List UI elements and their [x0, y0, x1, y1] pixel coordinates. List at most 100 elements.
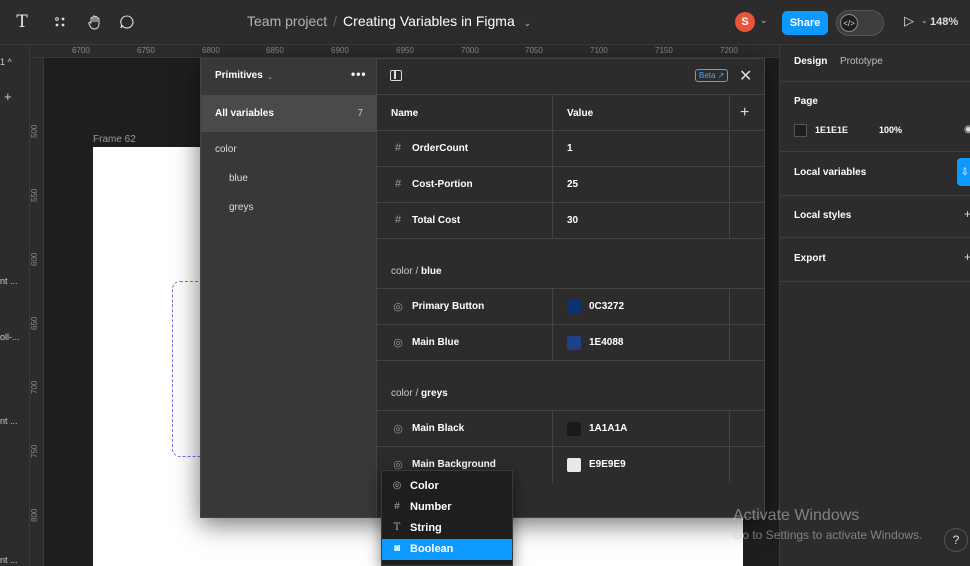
toggle-sidebar-icon[interactable] — [390, 70, 402, 81]
color-swatch[interactable] — [567, 422, 581, 436]
tab-prototype[interactable]: Prototype — [840, 56, 883, 67]
variable-value[interactable]: 1E4088 — [589, 337, 623, 348]
column-name-header: Name — [391, 108, 419, 119]
group-header-row: color / greys — [377, 361, 764, 411]
variable-name[interactable]: Primary Button — [412, 301, 484, 312]
variable-value[interactable]: 1A1A1A — [589, 423, 627, 434]
variable-value[interactable]: E9E9E9 — [589, 459, 626, 470]
layers-sidebar: 1 ^ + nt ... oll-... nt ... nt ... — [0, 45, 30, 566]
table-row[interactable]: ◎ Primary Button 0C3272 — [377, 289, 764, 325]
variable-name[interactable]: Cost-Portion — [412, 179, 473, 190]
variables-icon[interactable]: ⇩ — [957, 158, 970, 186]
ruler-label: 6950 — [396, 46, 414, 55]
chevron-down-icon[interactable]: ⌄ — [267, 73, 273, 81]
color-palette-icon: ◎ — [393, 301, 403, 313]
variable-name[interactable]: Main Blue — [412, 337, 459, 348]
variable-type-menu: ◎ Color # Number T String ◙ Boolean — [381, 470, 513, 566]
page-background-hex[interactable]: 1E1E1E — [815, 125, 848, 135]
local-variables-heading[interactable]: Local variables — [794, 167, 866, 178]
add-page-button[interactable]: + — [4, 89, 12, 104]
menu-item-color[interactable]: ◎ Color — [382, 476, 512, 497]
group-header-row: color / blue — [377, 239, 764, 289]
avatar[interactable]: S — [735, 12, 755, 32]
tab-design[interactable]: Design — [794, 56, 827, 67]
zoom-level[interactable]: 148% — [930, 16, 958, 28]
table-row[interactable]: # Cost-Portion 25 — [377, 167, 764, 203]
frame-label[interactable]: Frame 62 — [93, 134, 136, 145]
breadcrumb: Team project / Creating Variables in Figma… — [247, 13, 531, 29]
variable-value[interactable]: 25 — [567, 179, 578, 190]
chevron-down-icon[interactable]: ⌄ — [524, 18, 532, 28]
group-greys[interactable]: greys — [229, 202, 253, 213]
ruler-label: 550 — [30, 188, 39, 202]
breadcrumb-project[interactable]: Team project — [247, 13, 327, 29]
all-variables-count: 7 — [357, 108, 363, 119]
divider — [780, 195, 970, 196]
chevron-down-icon[interactable]: ⌄ — [921, 16, 928, 25]
close-icon[interactable]: ✕ — [739, 66, 752, 86]
ruler-label: 6750 — [137, 46, 155, 55]
ruler-label: 750 — [30, 444, 39, 458]
ruler-label: 7150 — [655, 46, 673, 55]
color-swatch[interactable] — [567, 300, 581, 314]
group-header: color / blue — [391, 266, 442, 277]
group-header: color / greys — [391, 388, 448, 399]
table-row[interactable]: # OrderCount 1 — [377, 131, 764, 167]
color-swatch[interactable] — [567, 336, 581, 350]
file-name[interactable]: Creating Variables in Figma — [343, 13, 515, 29]
ruler-label: 7000 — [461, 46, 479, 55]
collection-selector[interactable]: Primitives — [215, 70, 263, 81]
layer-item[interactable]: nt ... — [0, 276, 18, 286]
chevron-down-icon[interactable]: ⌄ — [760, 15, 768, 26]
ruler-top: 6700 6750 6800 6850 6900 6950 7000 7050 … — [0, 45, 780, 58]
hand-tool-icon[interactable] — [84, 9, 106, 35]
share-button[interactable]: Share — [782, 11, 828, 35]
add-export-button[interactable]: + — [964, 250, 970, 264]
page-selector[interactable]: 1 ^ — [0, 57, 12, 67]
ruler-label: 7200 — [720, 46, 738, 55]
comment-icon[interactable] — [117, 9, 137, 35]
modal-header: Beta ↗ ✕ — [377, 59, 764, 95]
variable-value[interactable]: 30 — [567, 215, 578, 226]
group-color[interactable]: color — [215, 144, 237, 155]
component-icon[interactable] — [50, 9, 70, 35]
help-icon[interactable]: ? — [944, 528, 968, 552]
group-blue[interactable]: blue — [229, 173, 248, 184]
number-icon: # — [394, 501, 400, 512]
more-options-icon[interactable]: ••• — [351, 67, 367, 81]
table-row[interactable]: ◎ Main Black 1A1A1A — [377, 411, 764, 447]
layer-item[interactable]: oll-... — [0, 332, 20, 342]
menu-item-boolean[interactable]: ◙ Boolean — [382, 539, 512, 560]
column-value-header: Value — [567, 108, 594, 119]
menu-item-number[interactable]: # Number — [382, 497, 512, 518]
eye-icon[interactable]: ◉ — [964, 124, 970, 135]
text-tool-icon[interactable]: T — [12, 9, 32, 35]
page-background-swatch[interactable] — [794, 124, 807, 137]
layer-item[interactable]: nt ... — [0, 555, 18, 565]
add-mode-button[interactable]: + — [740, 104, 749, 122]
local-styles-heading: Local styles — [794, 210, 852, 221]
variable-name[interactable]: Main Background — [412, 459, 496, 470]
play-icon[interactable]: ▷ — [904, 13, 914, 29]
layer-item[interactable]: nt ... — [0, 416, 18, 426]
ruler-label: 700 — [30, 380, 39, 394]
ruler-label: 6800 — [202, 46, 220, 55]
group-name: greys — [421, 388, 448, 399]
variable-name[interactable]: Main Black — [412, 423, 464, 434]
variable-name[interactable]: OrderCount — [412, 143, 468, 154]
add-style-button[interactable]: + — [964, 207, 970, 221]
color-swatch[interactable] — [567, 458, 581, 472]
table-row[interactable]: ◎ Main Blue 1E4088 — [377, 325, 764, 361]
variable-value[interactable]: 0C3272 — [589, 301, 624, 312]
ruler-label: 6850 — [266, 46, 284, 55]
variable-name[interactable]: Total Cost — [412, 215, 460, 226]
all-variables-item[interactable]: All variables 7 — [201, 95, 377, 132]
table-row[interactable]: # Total Cost 30 — [377, 203, 764, 239]
menu-item-string[interactable]: T String — [382, 518, 512, 539]
text-icon: T — [393, 522, 401, 533]
beta-badge[interactable]: Beta ↗ — [695, 69, 729, 82]
page-background-opacity[interactable]: 100% — [879, 125, 902, 135]
variable-value[interactable]: 1 — [567, 143, 573, 154]
color-palette-icon: ◎ — [393, 423, 403, 435]
dev-mode-toggle[interactable]: </> — [836, 10, 884, 36]
